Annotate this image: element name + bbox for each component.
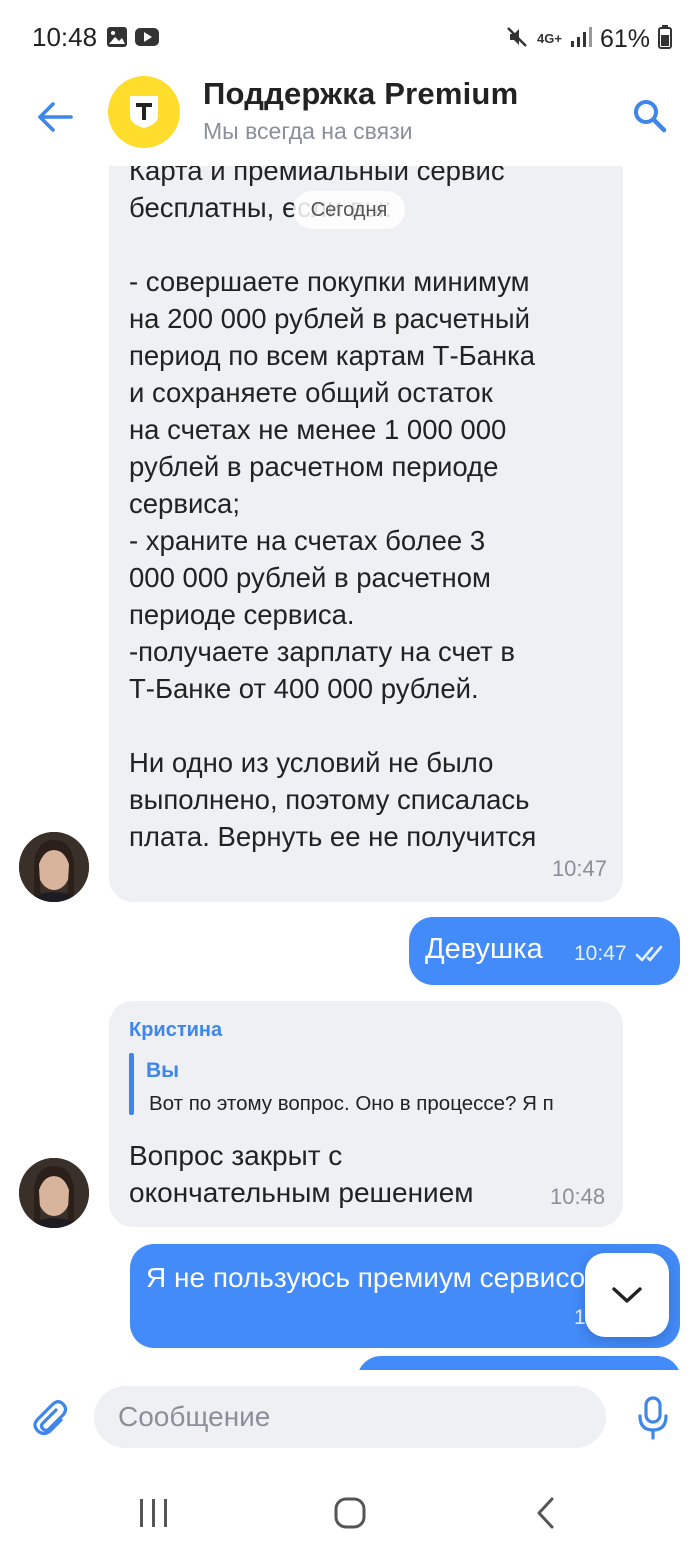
- message-text: Вопрос закрыт с окончательным решением: [129, 1140, 474, 1208]
- chat-header: Поддержка Premium Мы всегда на связи: [0, 70, 700, 166]
- paperclip-icon: [33, 1400, 68, 1436]
- search-button[interactable]: [626, 92, 672, 138]
- t-bank-logo-icon: [130, 96, 158, 128]
- agent-avatar[interactable]: [19, 1158, 89, 1228]
- status-time: 10:48: [32, 22, 98, 52]
- attach-button[interactable]: [26, 1394, 74, 1442]
- microphone-icon: [638, 1396, 668, 1440]
- incoming-message[interactable]: Карта и премиальный сервис бесплатны, ес…: [109, 166, 623, 902]
- message-time: 10:48: [550, 1184, 606, 1209]
- outgoing-message[interactable]: Девушка 10:47: [409, 917, 680, 985]
- screen: 10:48 4G+ 61% Поддержка Premium Мы всегд…: [0, 0, 700, 1556]
- recent-apps-icon: [140, 1499, 167, 1527]
- message-text: Девушка: [425, 933, 543, 965]
- home-icon: [334, 1497, 366, 1529]
- status-indicators: 4G+ 61%: [505, 22, 672, 56]
- message-composer: [0, 1370, 700, 1470]
- date-chip: Сегодня: [293, 191, 405, 229]
- system-navigation-bar: [0, 1470, 700, 1556]
- incoming-message[interactable]: Кристина Вы Вот по этому вопрос. Оно в п…: [109, 1001, 623, 1227]
- message-input[interactable]: [94, 1386, 606, 1448]
- double-check-icon: [635, 945, 665, 968]
- avatar-photo-icon: [19, 832, 89, 902]
- chat-subtitle: Мы всегда на связи: [203, 118, 413, 144]
- message-time: 10:47: [551, 856, 607, 881]
- message-text: Карта и премиальный сервис бесплатны, ес…: [129, 166, 537, 852]
- chevron-left-icon: [537, 1497, 554, 1529]
- avatar-photo-icon: [19, 1158, 89, 1228]
- battery-icon: [658, 24, 672, 54]
- search-icon: [634, 100, 667, 133]
- bank-logo[interactable]: [108, 76, 180, 148]
- reply-quote-bar: [129, 1053, 134, 1115]
- sender-name: Кристина: [129, 1019, 223, 1041]
- message-text: Я не пользуюсь премиум сервисом: [146, 1262, 605, 1293]
- network-type: 4G+: [537, 31, 562, 46]
- arrow-left-icon: [38, 102, 73, 132]
- chat-messages[interactable]: Карта и премиальный сервис бесплатны, ес…: [0, 166, 700, 1370]
- outgoing-message[interactable]: [357, 1356, 681, 1370]
- back-nav-button[interactable]: [516, 1488, 576, 1538]
- gallery-icon: [106, 26, 128, 53]
- message-time: 10:47: [574, 942, 627, 965]
- status-bar: 10:48 4G+ 61%: [0, 0, 700, 78]
- recent-apps-button[interactable]: [124, 1488, 184, 1538]
- signal-icon: [570, 26, 592, 53]
- agent-avatar[interactable]: [19, 832, 89, 902]
- back-button[interactable]: [30, 92, 80, 142]
- chat-title[interactable]: Поддержка Premium: [203, 76, 518, 112]
- scroll-down-button[interactable]: [585, 1253, 669, 1337]
- reply-author[interactable]: Вы: [146, 1059, 179, 1083]
- reply-text[interactable]: Вот по этому вопрос. Оно в процессе? Я п: [149, 1092, 609, 1116]
- youtube-icon: [134, 26, 160, 53]
- mute-icon: [505, 25, 529, 54]
- chevron-down-icon: [612, 1287, 642, 1303]
- home-button[interactable]: [320, 1488, 380, 1538]
- battery-percent: 61%: [599, 24, 650, 53]
- mic-button[interactable]: [630, 1392, 676, 1444]
